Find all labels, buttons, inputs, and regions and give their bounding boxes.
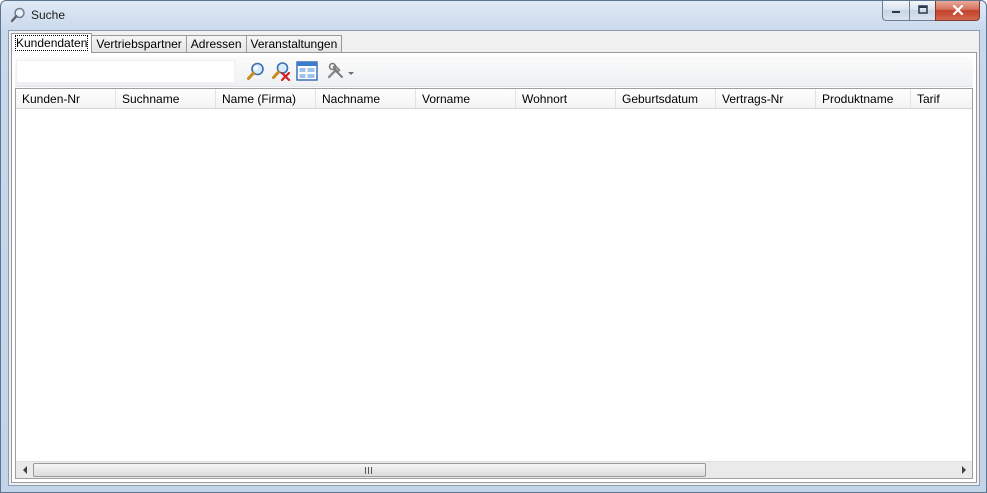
tab-adressen[interactable]: Adressen: [185, 35, 247, 53]
search-window: Suche Kundendaten Vertriebspartner Adres…: [0, 0, 987, 493]
clear-search-button[interactable]: [270, 61, 292, 83]
maximize-button[interactable]: [909, 1, 935, 21]
arrow-right-icon: [961, 463, 967, 477]
tab-label: Adressen: [190, 37, 242, 51]
window-client-area: Kundendaten Vertriebspartner Adressen Ve…: [8, 30, 980, 486]
column-header-nachname[interactable]: Nachname: [316, 89, 416, 108]
horizontal-scrollbar[interactable]: [16, 461, 972, 478]
arrow-left-icon: [22, 463, 28, 477]
minimize-icon: [891, 4, 901, 18]
column-header-vorname[interactable]: Vorname: [416, 89, 516, 108]
scrollbar-thumb[interactable]: [33, 463, 706, 477]
tools-dropdown-icon: [326, 61, 356, 84]
search-input[interactable]: [16, 60, 235, 83]
column-header-kunden-nr[interactable]: Kunden-Nr: [16, 89, 116, 108]
tab-vertriebspartner[interactable]: Vertriebspartner: [91, 35, 187, 53]
window-title: Suche: [31, 8, 66, 22]
close-button[interactable]: [935, 1, 980, 21]
column-chooser-button[interactable]: [296, 60, 318, 84]
tab-panel-kundendaten: Kunden-Nr Suchname Name (Firma) Nachname…: [11, 52, 977, 483]
magnifier-search-icon: [246, 61, 266, 84]
tab-strip: Kundendaten Vertriebspartner Adressen Ve…: [11, 33, 343, 53]
close-icon: [952, 4, 964, 18]
column-header-vertrags-nr[interactable]: Vertrags-Nr: [716, 89, 816, 108]
search-toolbar: [15, 57, 973, 87]
scroll-left-button[interactable]: [16, 462, 33, 478]
magnifier-app-icon: [10, 7, 26, 23]
magnifier-clear-icon: [271, 61, 291, 84]
column-header-produktname[interactable]: Produktname: [816, 89, 911, 108]
columns-view-icon: [296, 60, 318, 84]
column-header-geburtsdatum[interactable]: Geburtsdatum: [616, 89, 716, 108]
grid-header: Kunden-Nr Suchname Name (Firma) Nachname…: [16, 89, 972, 109]
caption-buttons: [882, 1, 980, 21]
results-grid[interactable]: Kunden-Nr Suchname Name (Firma) Nachname…: [15, 88, 973, 479]
column-header-suchname[interactable]: Suchname: [116, 89, 216, 108]
maximize-icon: [917, 4, 928, 18]
minimize-button[interactable]: [882, 1, 909, 21]
column-header-wohnort[interactable]: Wohnort: [516, 89, 616, 108]
tab-label: Kundendaten: [14, 35, 89, 51]
grip-icon: [365, 467, 372, 474]
tab-label: Veranstaltungen: [250, 37, 338, 51]
tab-kundendaten[interactable]: Kundendaten: [11, 33, 93, 53]
search-button[interactable]: [245, 61, 267, 83]
tools-dropdown-button[interactable]: [325, 61, 357, 83]
scroll-right-button[interactable]: [955, 462, 972, 478]
tab-veranstaltungen[interactable]: Veranstaltungen: [245, 35, 343, 53]
title-bar[interactable]: Suche: [1, 1, 986, 29]
column-header-name-firma[interactable]: Name (Firma): [216, 89, 316, 108]
column-header-tarif[interactable]: Tarif: [911, 89, 972, 108]
tab-label: Vertriebspartner: [96, 37, 182, 51]
